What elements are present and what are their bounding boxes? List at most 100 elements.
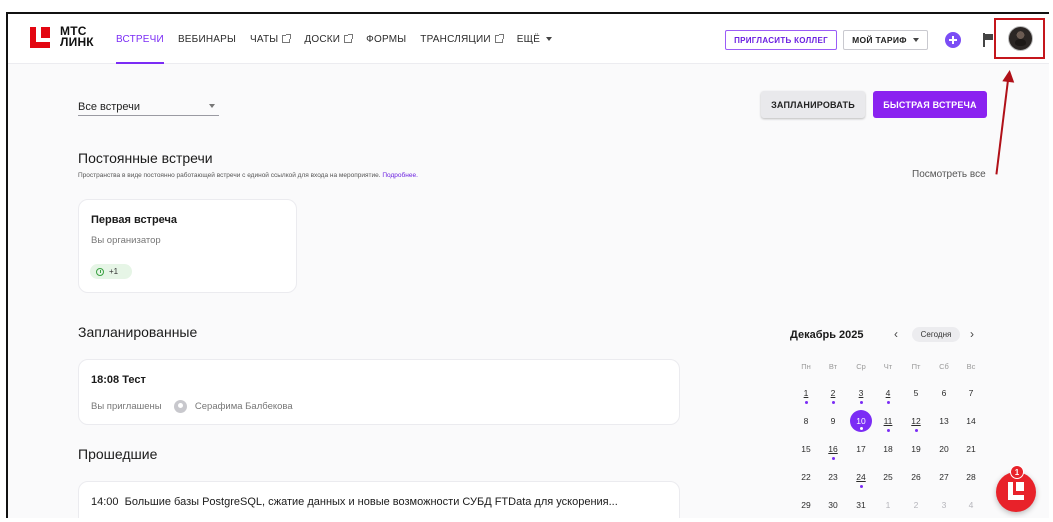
chevron-left-icon[interactable]: ‹ xyxy=(894,327,898,341)
meeting-meta: Вы приглашены Серафима Балбекова xyxy=(91,400,293,413)
organizer-avatar-icon xyxy=(174,400,188,413)
clock-icon xyxy=(96,267,104,276)
weekday-wed: Ср xyxy=(856,362,866,371)
weekday-mon: Пн xyxy=(801,362,811,371)
nav-more[interactable]: ЕЩЁ xyxy=(517,14,553,64)
today-button[interactable]: Сегодня xyxy=(912,327,960,342)
calendar-day[interactable]: 2 xyxy=(906,500,926,510)
calendar-day[interactable]: 3 xyxy=(851,388,871,398)
event-dot xyxy=(832,457,835,460)
past-meeting-card[interactable]: 14:00 Большие базы PostgreSQL, сжатие да… xyxy=(78,481,680,518)
event-dot xyxy=(860,427,863,430)
chevron-down-icon xyxy=(912,38,919,42)
chevron-right-icon[interactable]: › xyxy=(970,327,974,341)
permanent-meetings-description: Пространства в виде постоянно работающей… xyxy=(78,172,418,179)
weekday-sat: Сб xyxy=(939,362,949,371)
calendar-day[interactable]: 23 xyxy=(823,472,843,482)
event-dot xyxy=(860,485,863,488)
calendar-day[interactable]: 24 xyxy=(851,472,871,482)
calendar-day[interactable]: 15 xyxy=(796,444,816,454)
top-header: МТС ЛИНК ВСТРЕЧИ ВЕБИНАРЫ ЧАТЫ ДОСКИ ФОР… xyxy=(8,14,1049,64)
permanent-meeting-card[interactable]: Первая встреча Вы организатор +1 xyxy=(78,199,297,293)
calendar-day[interactable]: 4 xyxy=(961,500,981,510)
calendar-day[interactable]: 30 xyxy=(823,500,843,510)
calendar-day[interactable]: 20 xyxy=(934,444,954,454)
logo-text: МТС ЛИНК xyxy=(60,24,94,49)
nav-boards[interactable]: ДОСКИ xyxy=(304,14,354,64)
weekday-thu: Чт xyxy=(883,362,893,371)
chevron-down-icon xyxy=(546,37,553,41)
add-plus-icon[interactable] xyxy=(945,32,961,48)
nav-chats[interactable]: ЧАТЫ xyxy=(250,14,292,64)
flag-icon[interactable] xyxy=(982,33,994,47)
calendar-day[interactable]: 9 xyxy=(823,416,843,426)
external-link-icon xyxy=(494,34,504,43)
invite-colleagues-button[interactable]: ПРИГЛАСИТЬ КОЛЛЕГ xyxy=(725,30,837,50)
calendar-day[interactable]: 14 xyxy=(961,416,981,426)
calendar-day[interactable]: 13 xyxy=(934,416,954,426)
external-link-icon xyxy=(282,34,292,43)
schedule-button[interactable]: ЗАПЛАНИРОВАТЬ xyxy=(761,91,865,118)
calendar-day[interactable]: 7 xyxy=(961,388,981,398)
calendar-day[interactable]: 16 xyxy=(823,444,843,454)
card-title: Первая встреча xyxy=(91,214,178,226)
calendar-day[interactable]: 4 xyxy=(878,388,898,398)
external-link-icon xyxy=(344,34,354,43)
scheduled-title: Запланированные xyxy=(78,324,198,340)
avatar-highlight-box xyxy=(994,18,1045,59)
calendar-day[interactable]: 17 xyxy=(851,444,871,454)
calendar-day[interactable]: 1 xyxy=(878,500,898,510)
calendar-day[interactable]: 2 xyxy=(823,388,843,398)
weekday-fri: Пт xyxy=(911,362,921,371)
calendar-day[interactable]: 27 xyxy=(934,472,954,482)
calendar-day[interactable]: 5 xyxy=(906,388,926,398)
calendar-day[interactable]: 6 xyxy=(934,388,954,398)
calendar-day[interactable]: 22 xyxy=(796,472,816,482)
weekday-tue: Вт xyxy=(828,362,838,371)
calendar-day[interactable]: 29 xyxy=(796,500,816,510)
calendar-day[interactable]: 19 xyxy=(906,444,926,454)
event-dot xyxy=(915,429,918,432)
calendar-month: Декабрь 2025 xyxy=(790,329,864,341)
logo-icon xyxy=(30,26,50,48)
calendar-day[interactable]: 3 xyxy=(934,500,954,510)
nav-webinars[interactable]: ВЕБИНАРЫ xyxy=(178,14,236,64)
annotation-arrow xyxy=(995,80,1009,175)
event-dot xyxy=(832,401,835,404)
calendar-day[interactable]: 21 xyxy=(961,444,981,454)
calendar-day[interactable]: 31 xyxy=(851,500,871,510)
nav-broadcasts[interactable]: ТРАНСЛЯЦИИ xyxy=(420,14,504,64)
user-avatar[interactable] xyxy=(1008,26,1033,51)
mts-link-logo[interactable]: МТС ЛИНК xyxy=(30,24,94,49)
weekday-sun: Вс xyxy=(966,362,976,371)
nav-meetings[interactable]: ВСТРЕЧИ xyxy=(116,14,164,64)
calendar-day[interactable]: 12 xyxy=(906,416,926,426)
meetings-filter-select[interactable]: Все встречи xyxy=(78,98,219,116)
calendar-day[interactable]: 11 xyxy=(878,416,898,426)
annotation-arrow-head xyxy=(1002,69,1016,83)
my-tariff-dropdown[interactable]: МОЙ ТАРИФ xyxy=(843,30,928,50)
calendar-day[interactable]: 25 xyxy=(878,472,898,482)
main-nav: ВСТРЕЧИ ВЕБИНАРЫ ЧАТЫ ДОСКИ ФОРМЫ ТРАНСЛ… xyxy=(116,14,566,64)
event-dot xyxy=(887,429,890,432)
quick-meeting-button[interactable]: БЫСТРАЯ ВСТРЕЧА xyxy=(873,91,987,118)
calendar-day[interactable]: 8 xyxy=(796,416,816,426)
event-dot xyxy=(860,401,863,404)
meeting-time-title: 18:08 Тест xyxy=(91,374,146,386)
notification-badge: 1 xyxy=(1010,465,1024,479)
scheduled-meeting-card[interactable]: 18:08 Тест Вы приглашены Серафима Балбек… xyxy=(78,359,680,425)
participants-chip: +1 xyxy=(90,264,132,279)
calendar-day[interactable]: 18 xyxy=(878,444,898,454)
calendar-day[interactable]: 28 xyxy=(961,472,981,482)
past-meeting-title: 14:00 Большие базы PostgreSQL, сжатие да… xyxy=(91,496,618,508)
past-title: Прошедшие xyxy=(78,446,158,462)
event-dot xyxy=(805,401,808,404)
event-dot xyxy=(887,401,890,404)
nav-forms[interactable]: ФОРМЫ xyxy=(366,14,406,64)
calendar-day[interactable]: 1 xyxy=(796,388,816,398)
card-role: Вы организатор xyxy=(91,235,161,246)
see-all-link[interactable]: Посмотреть все xyxy=(912,169,986,180)
more-info-link[interactable]: Подробнее. xyxy=(382,172,418,179)
calendar-day[interactable]: 26 xyxy=(906,472,926,482)
app-window: МТС ЛИНК ВСТРЕЧИ ВЕБИНАРЫ ЧАТЫ ДОСКИ ФОР… xyxy=(6,12,1049,518)
